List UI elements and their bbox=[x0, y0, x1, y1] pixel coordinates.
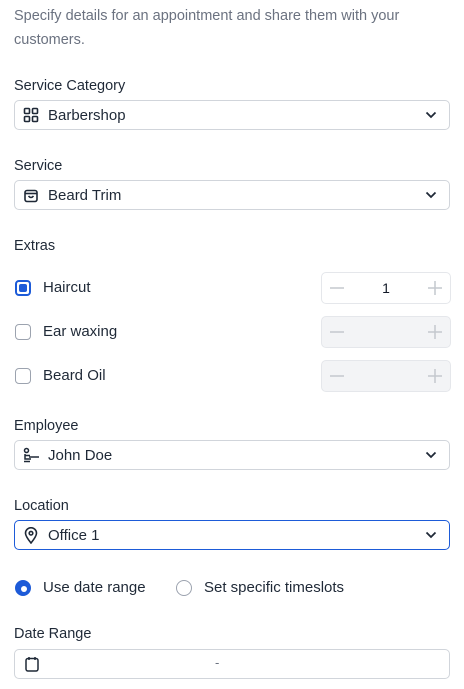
beard-oil-quantity-stepper bbox=[321, 360, 451, 392]
haircut-quantity-stepper: 1 bbox=[321, 272, 451, 304]
ear-waxing-checkbox[interactable] bbox=[15, 324, 31, 340]
form-description: Specify details for an appointment and s… bbox=[14, 8, 400, 48]
bag-icon bbox=[22, 186, 40, 204]
person-desk-icon bbox=[22, 446, 40, 464]
quantity-value[interactable]: 1 bbox=[352, 280, 420, 296]
ear-waxing-quantity-stepper bbox=[321, 316, 451, 348]
location-label: Location bbox=[14, 498, 69, 514]
chevron-down-icon bbox=[423, 447, 439, 463]
plus-icon[interactable] bbox=[420, 273, 450, 303]
service-category-value: Barbershop bbox=[48, 106, 126, 124]
service-label: Service bbox=[14, 158, 63, 174]
use-date-range-radio[interactable] bbox=[15, 580, 31, 596]
service-value: Beard Trim bbox=[48, 186, 122, 204]
grid-icon bbox=[22, 106, 40, 124]
extra-label-haircut: Haircut bbox=[43, 279, 91, 296]
set-specific-timeslots-label[interactable]: Set specific timeslots bbox=[204, 579, 344, 596]
map-pin-icon bbox=[22, 526, 40, 544]
employee-label: Employee bbox=[14, 418, 79, 434]
calendar-icon bbox=[25, 656, 41, 672]
beard-oil-checkbox[interactable] bbox=[15, 368, 31, 384]
service-category-label: Service Category bbox=[14, 78, 126, 94]
chevron-down-icon bbox=[423, 187, 439, 203]
chevron-down-icon bbox=[423, 527, 439, 543]
location-value: Office 1 bbox=[48, 526, 100, 544]
employee-value: John Doe bbox=[48, 446, 113, 464]
use-date-range-label[interactable]: Use date range bbox=[43, 579, 146, 596]
employee-select[interactable]: John Doe bbox=[14, 440, 450, 470]
service-category-select[interactable]: Barbershop bbox=[14, 100, 450, 130]
minus-icon bbox=[322, 361, 352, 391]
chevron-down-icon bbox=[423, 107, 439, 123]
plus-icon bbox=[420, 317, 450, 347]
extra-label-ear-waxing: Ear waxing bbox=[43, 323, 118, 340]
date-range-separator: - bbox=[215, 655, 220, 670]
date-range-input[interactable]: - bbox=[14, 649, 450, 679]
extras-label: Extras bbox=[14, 238, 56, 254]
service-select[interactable]: Beard Trim bbox=[14, 180, 450, 210]
location-select[interactable]: Office 1 bbox=[14, 520, 450, 550]
extra-label-beard-oil: Beard Oil bbox=[43, 367, 106, 384]
minus-icon bbox=[322, 317, 352, 347]
haircut-checkbox[interactable] bbox=[15, 280, 31, 296]
date-range-label: Date Range bbox=[14, 626, 92, 642]
minus-icon[interactable] bbox=[322, 273, 352, 303]
set-specific-timeslots-radio[interactable] bbox=[176, 580, 192, 596]
plus-icon bbox=[420, 361, 450, 391]
